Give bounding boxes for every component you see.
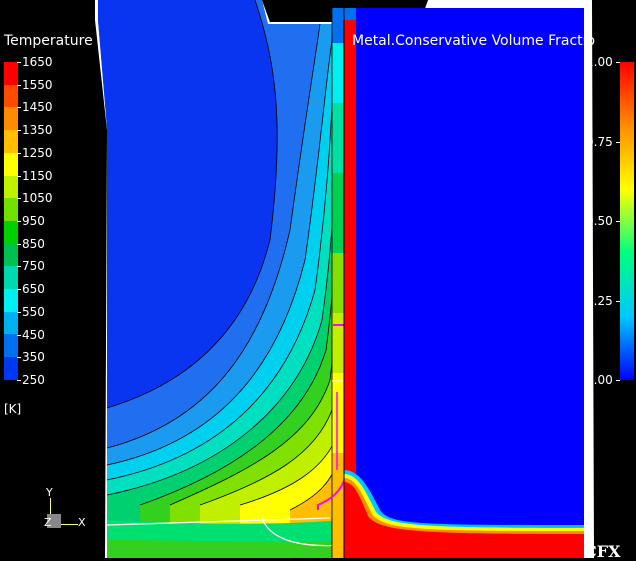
volume-fraction-legend-label: 0.25 [586, 293, 613, 308]
temperature-legend-tick [17, 266, 21, 268]
temperature-legend-tick [17, 380, 21, 381]
temperature-colorbar-band [4, 357, 18, 380]
cfd-viewport[interactable] [0, 0, 636, 558]
temperature-legend-label: 1550 [22, 77, 53, 92]
temperature-legend-label: 250 [22, 373, 45, 387]
temperature-legend-label: 950 [22, 214, 45, 228]
axis-y-label: Y [46, 486, 53, 499]
temperature-unit: [K] [4, 402, 22, 416]
temperature-legend-tick [17, 198, 21, 200]
temperature-legend-tick [17, 152, 21, 154]
temperature-colorbar-band [4, 107, 18, 131]
temperature-legend-label: 1050 [22, 191, 53, 206]
temperature-legend-label: 1350 [22, 123, 53, 138]
axis-triad: Y Z X [44, 486, 94, 534]
temperature-legend-label: 650 [22, 282, 45, 297]
temperature-legend-label: 1650 [22, 55, 53, 69]
temperature-legend-label: 1150 [22, 168, 53, 183]
temperature-colorbar-band [4, 334, 18, 358]
temperature-colorbar-band [4, 130, 18, 153]
temperature-legend-label: 1450 [22, 100, 53, 115]
temperature-legend-tick [17, 289, 21, 291]
volume-fraction-legend-label: 0.50 [586, 214, 613, 228]
temperature-colorbar-band [4, 220, 18, 244]
temperature-colorbar-band [4, 243, 18, 267]
temperature-legend-label: 350 [22, 350, 45, 365]
temperature-colorbar-band [4, 311, 18, 335]
temperature-legend-tick [17, 243, 21, 245]
temperature-legend-tick [17, 175, 21, 177]
temperature-colorbar-band [4, 84, 18, 108]
temperature-legend-tick [17, 357, 21, 359]
temperature-legend-label: 1250 [22, 145, 53, 160]
temperature-legend-label: 450 [22, 327, 45, 342]
temperature-legend-label: 750 [22, 259, 45, 274]
temperature-legend-tick [17, 84, 21, 86]
temperature-legend-label: 850 [22, 236, 45, 251]
temperature-colorbar-band [4, 62, 18, 85]
volume-fraction-legend-tick [616, 380, 620, 381]
temperature-colorbar-band [4, 198, 18, 221]
temperature-legend-label: 550 [22, 304, 45, 319]
axis-x-label: X [78, 516, 86, 529]
axis-z-label: Z [44, 516, 52, 529]
volume-fraction-legend-title: Metal.Conservative Volume Fractio [352, 33, 596, 49]
temperature-colorbar-band [4, 152, 18, 176]
temperature-legend-tick [17, 334, 21, 336]
temperature-colorbar [4, 62, 18, 380]
temperature-legend-tick [17, 221, 21, 222]
temperature-legend-title: Temperature [4, 33, 93, 49]
volume-fraction-legend-label: 1.00 [586, 55, 613, 69]
cfx-logo: CFX [584, 542, 621, 561]
temperature-legend-tick [17, 62, 21, 63]
volume-fraction-legend-tick [616, 141, 620, 143]
volume-fraction-colorbar [620, 62, 634, 380]
temperature-legend-tick [17, 107, 21, 109]
temperature-field [98, 0, 345, 558]
volume-fraction-legend-tick [616, 300, 620, 302]
temperature-colorbar-band [4, 266, 18, 290]
volume-fraction-legend-label: 0.00 [586, 373, 613, 387]
volume-fraction-legend-label: 0.75 [586, 134, 613, 149]
volume-fraction-legend-tick [616, 221, 620, 222]
temperature-legend-tick [17, 130, 21, 132]
volume-fraction-legend-tick [616, 62, 620, 63]
volume-fraction-field [344, 8, 590, 558]
temperature-legend-tick [17, 311, 21, 313]
temperature-colorbar-band [4, 289, 18, 312]
temperature-colorbar-band [4, 175, 18, 199]
